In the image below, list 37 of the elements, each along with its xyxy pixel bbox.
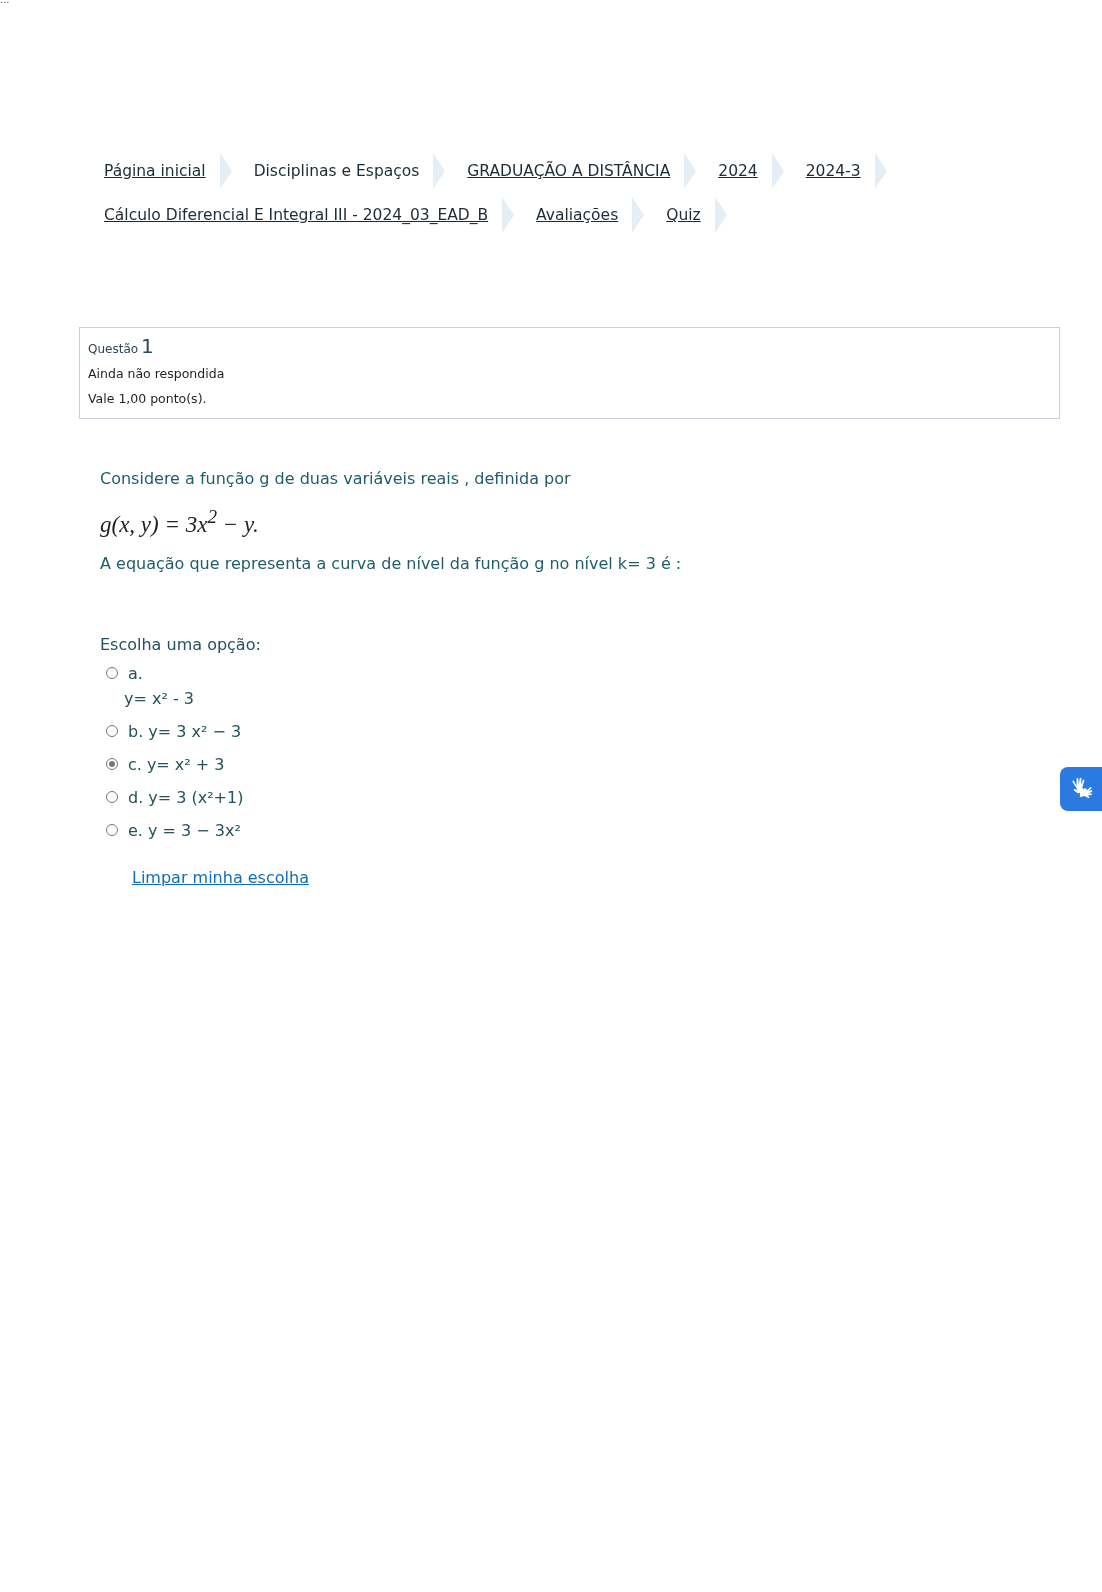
breadcrumb-link[interactable]: 2024-3 [801,162,865,180]
option-text: y= 3 (x²+1) [148,787,244,807]
question-text: A equação que representa a curva de nível da função g no nível k= 3 é : [100,553,683,573]
option-text: y= x² - 3 [124,688,194,708]
option-text: y= 3 x² − 3 [148,721,242,741]
breadcrumb-link[interactable]: Quiz [662,206,705,224]
breadcrumb-item: Disciplinas e Espaços [252,162,421,180]
question-label: Questão [88,342,139,356]
option-letter: e. [128,820,143,840]
corner-mark: ... [0,0,10,6]
option-letter: b. [128,721,144,741]
breadcrumb-link[interactable]: Avaliações [532,206,623,224]
question-grade: Vale 1,00 ponto(s). [88,391,208,406]
formula: g(x, y) = 3x$^{2}$ − y. [100,506,260,538]
question-number: 1 [141,336,154,356]
question-text: Considere a função g de duas variáveis reais , definida por [100,469,572,488]
chevron-icon [714,197,727,233]
chevron-icon [502,197,515,233]
option-text: y = 3 − 3x² [147,820,241,840]
sign-language-button[interactable] [1060,767,1102,811]
chevron-icon [874,153,887,189]
chevron-icon [219,153,232,189]
chevron-icon [684,153,697,189]
option-text: y= x² + 3 [146,754,225,774]
answer-prompt: Escolha uma opção: [100,634,262,654]
chevron-icon [771,153,784,189]
clear-choice-link[interactable]: Limpar minha escolha [132,867,309,887]
option-letter: c. [128,754,142,774]
breadcrumb-link[interactable]: Cálculo Diferencial E Integral III - 2024_03_EAD_B [100,206,493,224]
breadcrumb-link[interactable]: Página inicial [100,162,210,180]
option-letter: d. [128,787,144,807]
breadcrumb-link[interactable]: GRADUAÇÃO A DISTÂNCIA [463,162,675,180]
question-state: Ainda não respondida [88,366,226,381]
option-letter: a. [128,663,144,683]
chevron-icon [632,197,645,233]
breadcrumb-link[interactable]: 2024 [714,162,762,180]
chevron-icon [433,153,446,189]
